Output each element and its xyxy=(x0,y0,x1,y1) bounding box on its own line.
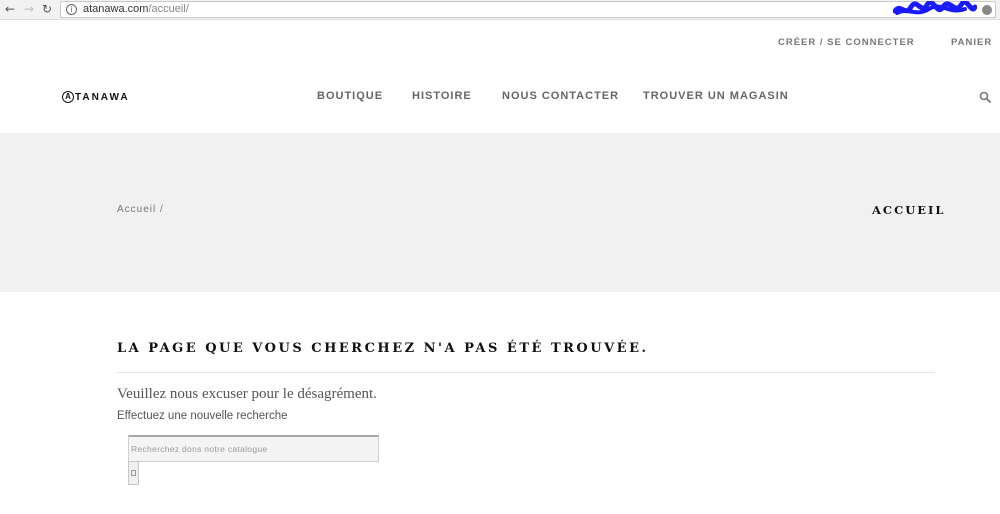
top-links: CRÉER / SE CONNECTER PANIER xyxy=(0,37,1000,49)
divider xyxy=(117,372,935,373)
search-input[interactable] xyxy=(128,435,379,462)
redaction-scribble xyxy=(893,1,977,15)
info-icon[interactable]: i xyxy=(66,4,77,15)
cart-link[interactable]: PANIER xyxy=(951,37,992,48)
forward-arrow-icon[interactable]: → xyxy=(22,2,36,16)
main-nav: BOUTIQUE HISTOIRE NOUS CONTACTER TROUVER… xyxy=(0,90,1000,106)
nav-item-histoire[interactable]: HISTOIRE xyxy=(412,90,472,102)
url-path: /accueil/ xyxy=(148,3,189,15)
profile-icon[interactable] xyxy=(982,5,992,15)
url-host: atanawa.com xyxy=(83,3,149,15)
browser-toolbar: ← → ↻ i atanawa.com/accueil/ xyxy=(0,0,1000,20)
address-bar[interactable]: i atanawa.com/accueil/ xyxy=(60,1,996,18)
apology-text: Veuillez nous excuser pour le désagrémen… xyxy=(117,386,377,402)
nav-item-store-locator[interactable]: TROUVER UN MAGASIN xyxy=(643,90,789,102)
submit-icon xyxy=(131,470,136,476)
back-arrow-icon[interactable]: ← xyxy=(3,2,17,16)
url-text[interactable]: atanawa.com/accueil/ xyxy=(83,3,189,15)
breadcrumb-home-link[interactable]: Accueil xyxy=(117,204,156,215)
breadcrumb-separator: / xyxy=(156,204,164,215)
error-title: LA PAGE QUE VOUS CHERCHEZ N'A PAS ÉTÉ TR… xyxy=(117,341,649,356)
page-title: ACCUEIL xyxy=(872,203,946,217)
breadcrumb-band: Accueil / ACCUEIL xyxy=(0,133,1000,292)
search-submit-button[interactable] xyxy=(128,461,139,485)
search-prompt: Effectuez une nouvelle recherche xyxy=(117,410,288,422)
login-link[interactable]: CRÉER / SE CONNECTER xyxy=(778,37,915,48)
nav-item-boutique[interactable]: BOUTIQUE xyxy=(317,90,383,102)
reload-icon[interactable]: ↻ xyxy=(40,2,54,16)
search-icon[interactable] xyxy=(979,91,991,103)
breadcrumb: Accueil / xyxy=(117,204,164,215)
nav-item-contact[interactable]: NOUS CONTACTER xyxy=(502,90,619,102)
